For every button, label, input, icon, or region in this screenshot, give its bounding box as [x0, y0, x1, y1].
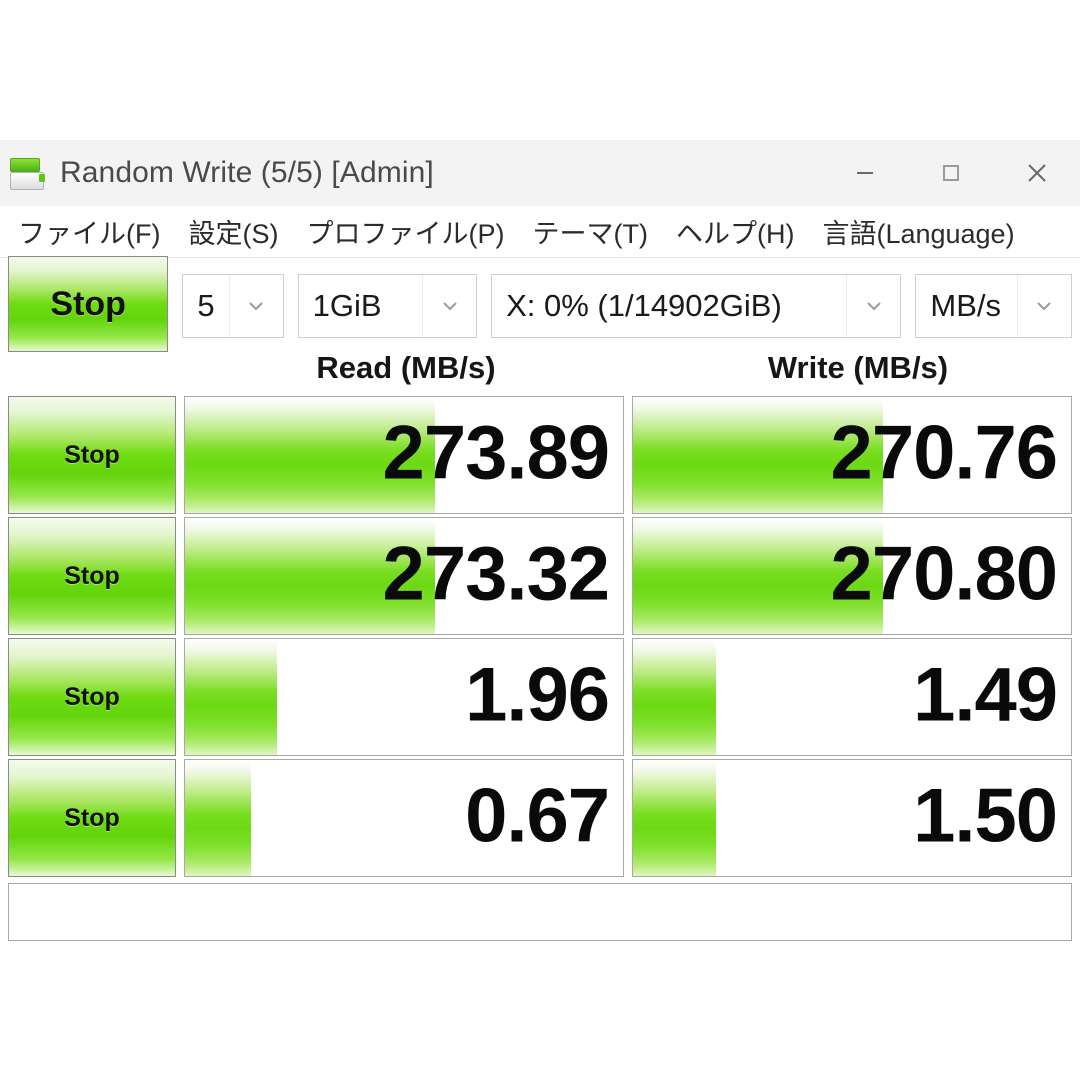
unit-select[interactable]: MB/s	[915, 274, 1072, 338]
loop-count-value: 5	[197, 288, 215, 323]
table-row: Stop 273.32 270.80	[8, 517, 1072, 635]
unit-value: MB/s	[930, 288, 1002, 323]
test-size-value: 1GiB	[312, 288, 382, 323]
write-column-header: Write (MB/s)	[767, 350, 949, 385]
table-row: Stop 1.96 1.49	[8, 638, 1072, 756]
row-stop-button[interactable]: Stop	[8, 517, 176, 635]
menu-file[interactable]: ファイル(F)	[4, 208, 174, 255]
row-stop-button[interactable]: Stop	[8, 396, 176, 514]
menu-language[interactable]: 言語(Language)	[808, 208, 1028, 255]
chevron-down-icon[interactable]	[228, 275, 283, 337]
test-size-select[interactable]: 1GiB	[297, 274, 478, 338]
chevron-down-icon[interactable]	[422, 275, 476, 337]
drive-value: X: 0% (1/14902GiB)	[506, 288, 782, 323]
window-controls	[822, 140, 1080, 206]
write-value: 270.76	[830, 410, 1058, 496]
read-column-header: Read (MB/s)	[316, 350, 496, 385]
read-value: 273.32	[382, 531, 610, 617]
chevron-down-icon[interactable]	[846, 275, 900, 337]
menu-bar: ファイル(F) 設定(S) プロファイル(P) テーマ(T) ヘルプ(H) 言語…	[0, 206, 1080, 258]
toolbar: Stop 5 1GiB X: 0% (1/14902GiB) MB/s	[0, 256, 1080, 352]
crystaldiskmark-window: Random Write (5/5) [Admin] ファイル(F) 設定(S)…	[0, 140, 1080, 941]
read-bar[interactable]: 273.89	[184, 396, 624, 514]
read-bar[interactable]: 273.32	[184, 517, 624, 635]
stop-all-button[interactable]: Stop	[8, 256, 169, 352]
row-stop-button[interactable]: Stop	[8, 638, 176, 756]
title-bar[interactable]: Random Write (5/5) [Admin]	[0, 140, 1080, 206]
read-value: 1.96	[465, 652, 610, 738]
results-table: Stop 273.89 270.76 Stop 273.32 270.80 Stop 1.96…	[0, 396, 1080, 877]
write-bar[interactable]: 270.80	[632, 517, 1072, 635]
write-value: 270.80	[830, 531, 1058, 617]
write-bar-fill	[633, 639, 717, 755]
column-headers: Read (MB/s) Write (MB/s)	[0, 350, 1080, 396]
menu-profile[interactable]: プロファイル(P)	[292, 208, 518, 255]
read-bar-fill	[185, 760, 251, 876]
minimize-icon[interactable]	[822, 140, 908, 206]
status-bar	[8, 883, 1072, 941]
drive-select[interactable]: X: 0% (1/14902GiB)	[491, 274, 902, 338]
write-bar[interactable]: 1.50	[632, 759, 1072, 877]
menu-settings[interactable]: 設定(S)	[174, 208, 292, 255]
read-value: 0.67	[465, 773, 610, 859]
menu-help[interactable]: ヘルプ(H)	[662, 208, 808, 255]
write-bar[interactable]: 270.76	[632, 396, 1072, 514]
chevron-down-icon[interactable]	[1016, 275, 1071, 337]
disk-drive-icon	[8, 154, 48, 192]
loop-count-select[interactable]: 5	[182, 274, 284, 338]
read-bar[interactable]: 0.67	[184, 759, 624, 877]
maximize-icon[interactable]	[908, 140, 994, 206]
write-bar[interactable]: 1.49	[632, 638, 1072, 756]
row-stop-button[interactable]: Stop	[8, 759, 176, 877]
menu-theme[interactable]: テーマ(T)	[518, 208, 661, 255]
table-row: Stop 273.89 270.76	[8, 396, 1072, 514]
write-value: 1.50	[913, 773, 1058, 859]
read-bar-fill	[185, 639, 277, 755]
table-row: Stop 0.67 1.50	[8, 759, 1072, 877]
write-bar-fill	[633, 760, 717, 876]
window-title: Random Write (5/5) [Admin]	[60, 156, 434, 189]
write-value: 1.49	[913, 652, 1058, 738]
read-bar[interactable]: 1.96	[184, 638, 624, 756]
read-value: 273.89	[382, 410, 610, 496]
close-icon[interactable]	[994, 140, 1080, 206]
